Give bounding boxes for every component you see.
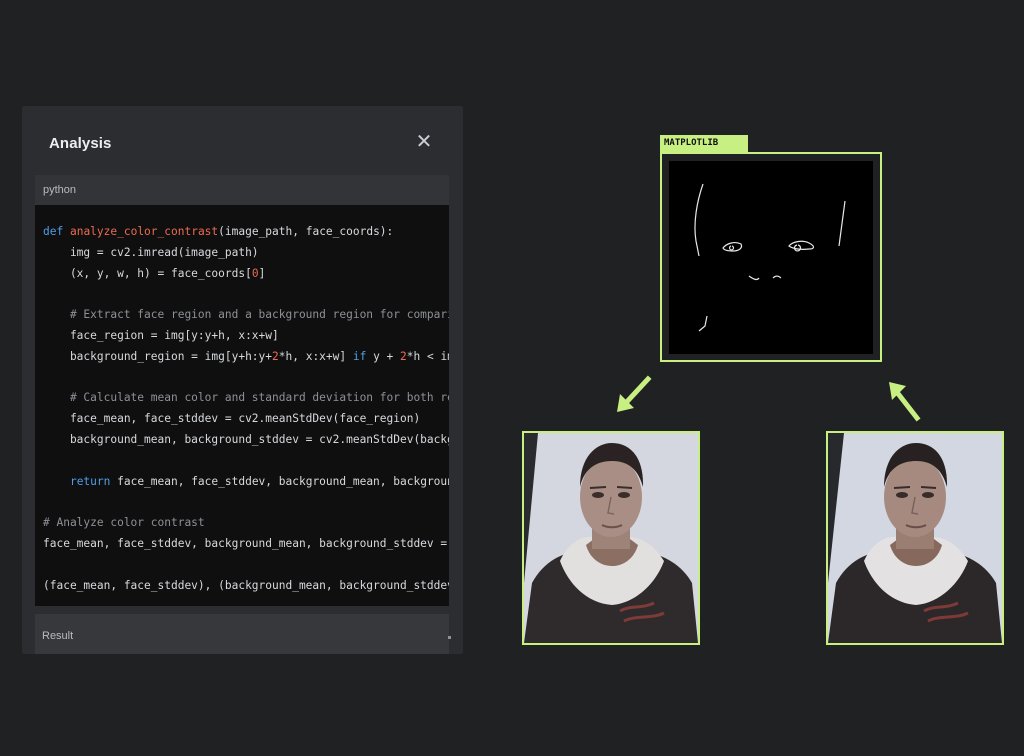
resize-handle[interactable] bbox=[448, 636, 451, 639]
arrow-down-left-icon bbox=[617, 375, 652, 412]
result-label: Result bbox=[42, 630, 74, 642]
original-photo bbox=[522, 431, 700, 645]
code-content: def analyze_color_contrast(image_path, f… bbox=[35, 205, 449, 596]
code-line: img = cv2.imread(image_path) bbox=[43, 245, 259, 259]
close-icon[interactable]: ✕ bbox=[414, 132, 434, 152]
panel-title: Analysis bbox=[49, 135, 112, 152]
code-line: def analyze_color_contrast(image_path, f… bbox=[43, 225, 394, 238]
edge-chart bbox=[669, 161, 873, 354]
code-line: return face_mean, face_stddev, backgroun… bbox=[69, 474, 449, 488]
code-language-label: python bbox=[35, 175, 449, 205]
result-section[interactable]: Result bbox=[35, 614, 449, 654]
analysis-panel: Analysis ✕ python def analyze_color_cont… bbox=[22, 106, 463, 654]
portrait-image bbox=[524, 433, 698, 643]
chart-tag: MATPLOTLIB CHART bbox=[660, 135, 748, 165]
arrow-up-left-icon bbox=[889, 382, 921, 422]
edge-detection-image bbox=[694, 183, 846, 332]
code-line: # Analyze color contrast bbox=[43, 516, 205, 530]
code-line: face_region = img[y:y+h, x:x+w] bbox=[43, 328, 279, 342]
code-line: face_mean, face_stddev = cv2.meanStdDev(… bbox=[43, 412, 421, 426]
code-line: face_mean, face_stddev, background_mean,… bbox=[43, 536, 448, 550]
portrait-image-enhanced bbox=[828, 433, 1002, 643]
processed-photo bbox=[826, 431, 1004, 645]
edge-chart-frame bbox=[660, 152, 882, 362]
code-line: background_mean, background_stddev = cv2… bbox=[43, 432, 449, 446]
code-line: (x, y, w, h) = face_coords[0] bbox=[43, 266, 266, 280]
code-line: # Extract face region and a background r… bbox=[43, 308, 449, 322]
code-block: python def analyze_color_contrast(image_… bbox=[35, 175, 449, 606]
code-line: (face_mean, face_stddev), (background_me… bbox=[43, 578, 449, 592]
code-line: background_region = img[y+h:y+2*h, x:x+w… bbox=[43, 349, 449, 363]
code-line: # Calculate mean color and standard devi… bbox=[43, 391, 449, 405]
